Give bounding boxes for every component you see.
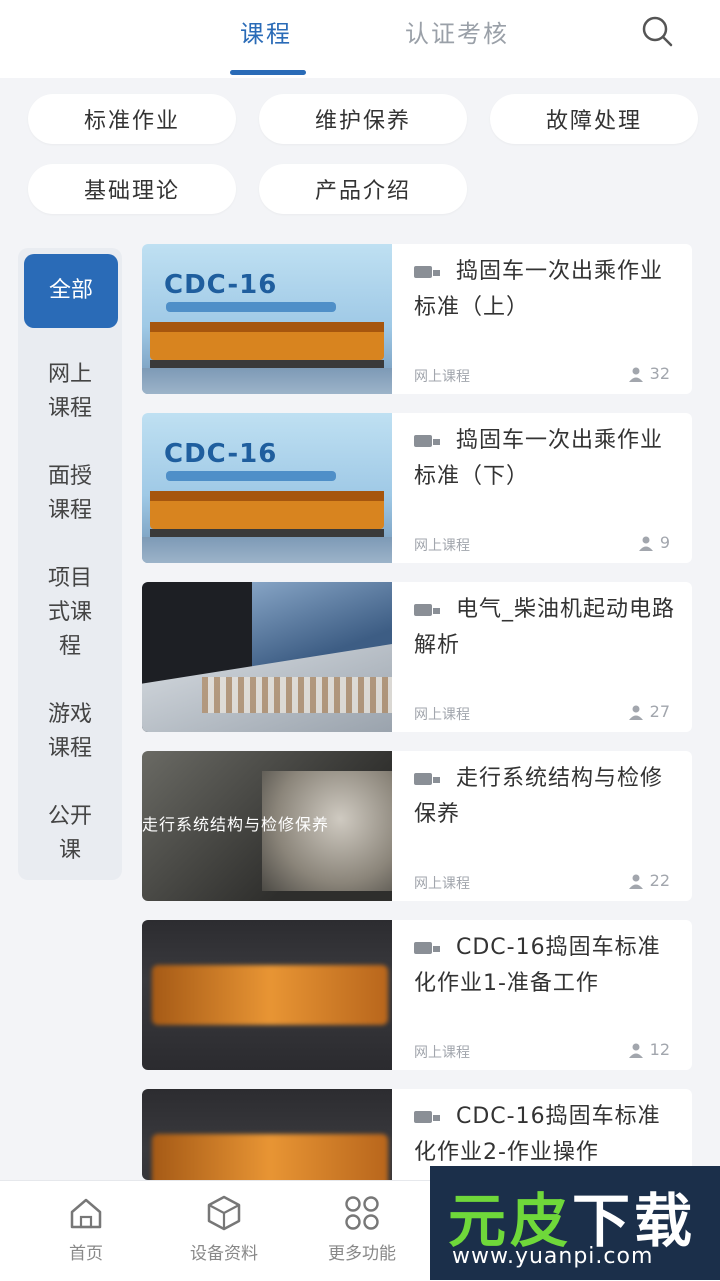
person-icon bbox=[628, 874, 643, 889]
learner-count: 27 bbox=[628, 702, 670, 721]
course-type-label: 网上课程 bbox=[414, 1045, 470, 1061]
course-type-sidebar: 全部 网上 课程 面授 课程 项目 式课 程 游戏 课程 公开 课 bbox=[18, 248, 122, 880]
person-icon bbox=[628, 367, 643, 382]
course-title: 走行系统结构与检修保养 bbox=[414, 766, 664, 827]
video-icon bbox=[414, 1111, 440, 1123]
sidebar-item-face-to-face[interactable]: 面授 课程 bbox=[18, 460, 122, 528]
sidebar-item-all[interactable]: 全部 bbox=[24, 254, 118, 328]
chip-maintenance[interactable]: 维护保养 bbox=[259, 94, 467, 144]
course-card[interactable]: 走行系统结构与检修保养 走行系统结构与检修保养 网上课程 22 bbox=[142, 751, 692, 901]
course-title: 电气_柴油机起动电路解析 bbox=[414, 597, 676, 658]
top-tab-bar: 课程 认证考核 bbox=[0, 0, 720, 79]
active-tab-indicator bbox=[230, 70, 306, 75]
course-title: CDC-16捣固车标准化作业1-准备工作 bbox=[414, 935, 661, 996]
nav-more-features[interactable]: 更多功能 bbox=[292, 1193, 432, 1264]
chip-standard-work[interactable]: 标准作业 bbox=[28, 94, 236, 144]
course-type-label: 网上课程 bbox=[414, 538, 470, 554]
course-title: 捣固车一次出乘作业标准（下） bbox=[414, 428, 664, 489]
course-type-label: 网上课程 bbox=[414, 707, 470, 723]
course-thumbnail bbox=[142, 920, 392, 1070]
person-icon bbox=[628, 1043, 643, 1058]
nav-home[interactable]: 首页 bbox=[16, 1193, 156, 1264]
course-card[interactable]: CDC-16 捣固车一次出乘作业标准（上） 网上课程 32 bbox=[142, 244, 692, 394]
sidebar-item-project[interactable]: 项目 式课 程 bbox=[18, 562, 122, 664]
course-type-label: 网上课程 bbox=[414, 876, 470, 892]
category-chips: 标准作业 维护保养 故障处理 基础理论 产品介绍 bbox=[0, 78, 720, 238]
course-card[interactable]: 电气_柴油机起动电路解析 网上课程 27 bbox=[142, 582, 692, 732]
tab-certification[interactable]: 认证考核 bbox=[405, 14, 509, 49]
learner-count: 9 bbox=[638, 533, 670, 552]
course-thumbnail: 走行系统结构与检修保养 bbox=[142, 751, 392, 901]
video-icon bbox=[414, 773, 440, 785]
locomotive-image bbox=[150, 322, 384, 368]
video-icon bbox=[414, 604, 440, 616]
course-thumbnail bbox=[142, 1089, 392, 1180]
box-icon bbox=[207, 1195, 241, 1231]
thumbnail-caption: CDC-16 bbox=[164, 270, 278, 300]
sidebar-item-public[interactable]: 公开 课 bbox=[18, 800, 122, 868]
sidebar-item-online[interactable]: 网上 课程 bbox=[18, 358, 122, 426]
home-icon bbox=[70, 1198, 102, 1229]
badge-url: www.yuanpi.com bbox=[452, 1244, 654, 1269]
learner-count: 22 bbox=[628, 871, 670, 890]
course-type-label: 网上课程 bbox=[414, 369, 470, 385]
course-thumbnail: CDC-16 bbox=[142, 244, 392, 394]
person-icon bbox=[638, 536, 653, 551]
chip-basic-theory[interactable]: 基础理论 bbox=[28, 164, 236, 214]
thumbnail-caption: CDC-16 bbox=[164, 439, 278, 469]
learner-count: 32 bbox=[628, 364, 670, 383]
course-thumbnail: CDC-16 bbox=[142, 413, 392, 563]
course-card[interactable]: CDC-16捣固车标准化作业1-准备工作 网上课程 12 bbox=[142, 920, 692, 1070]
chip-product-intro[interactable]: 产品介绍 bbox=[259, 164, 467, 214]
thumbnail-caption: 走行系统结构与检修保养 bbox=[142, 815, 330, 834]
locomotive-image bbox=[150, 491, 384, 537]
person-icon bbox=[628, 705, 643, 720]
video-icon bbox=[414, 266, 440, 278]
video-icon bbox=[414, 942, 440, 954]
video-icon bbox=[414, 435, 440, 447]
watermark-badge: 元皮下载 www.yuanpi.com bbox=[430, 1166, 720, 1280]
nav-equipment-docs[interactable]: 设备资料 bbox=[154, 1193, 294, 1264]
grid-icon bbox=[345, 1196, 379, 1230]
learner-count: 12 bbox=[628, 1040, 670, 1059]
course-card[interactable]: CDC-16 捣固车一次出乘作业标准（下） 网上课程 9 bbox=[142, 413, 692, 563]
chip-troubleshooting[interactable]: 故障处理 bbox=[490, 94, 698, 144]
course-thumbnail bbox=[142, 582, 392, 732]
sidebar-item-game[interactable]: 游戏 课程 bbox=[18, 698, 122, 766]
course-title: CDC-16捣固车标准化作业2-作业操作 bbox=[414, 1104, 661, 1165]
course-title: 捣固车一次出乘作业标准（上） bbox=[414, 259, 664, 320]
tab-courses[interactable]: 课程 bbox=[240, 14, 292, 49]
search-icon[interactable] bbox=[640, 14, 674, 48]
